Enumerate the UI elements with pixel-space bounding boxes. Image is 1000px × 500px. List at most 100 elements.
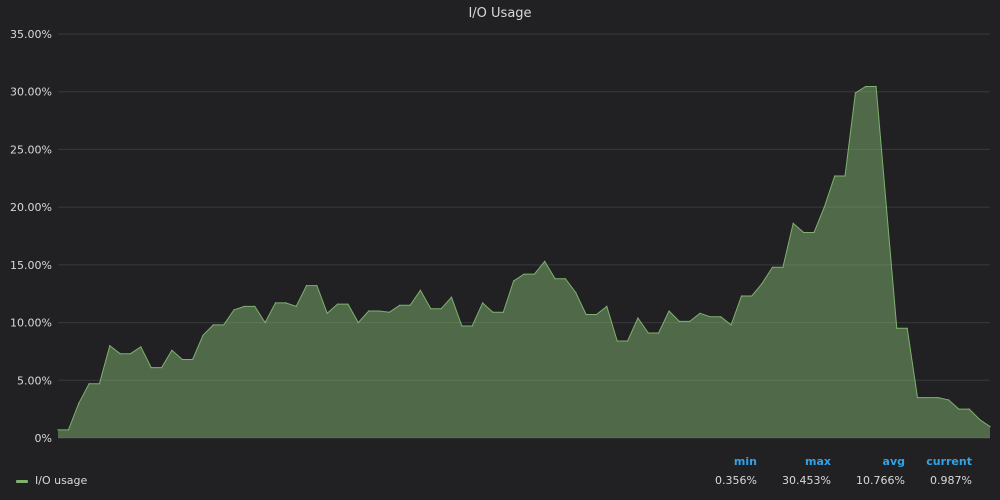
- data-point: [337, 303, 339, 305]
- legend-value-current: 0.987%: [930, 474, 972, 487]
- data-point: [834, 175, 836, 177]
- data-point: [689, 320, 691, 322]
- data-point: [564, 278, 567, 280]
- data-point: [233, 309, 235, 311]
- data-point: [595, 313, 598, 316]
- data-point: [575, 292, 577, 294]
- data-point: [865, 85, 867, 88]
- chart-panel: I/O Usage 0% 5.00% 10.00% 15.00% 20.00% 25.00…: [0, 0, 1000, 500]
- data-point: [492, 311, 494, 313]
- data-point: [171, 349, 173, 351]
- legend-value-max: 30.453%: [782, 474, 831, 487]
- data-point: [274, 302, 277, 304]
- y-tick-label: 10.00%: [10, 317, 52, 330]
- data-point: [98, 383, 100, 385]
- data-point: [523, 273, 525, 275]
- data-point: [409, 304, 411, 306]
- y-tick-label: 0%: [35, 432, 52, 445]
- data-point: [212, 324, 214, 326]
- data-point: [637, 317, 639, 319]
- data-point: [502, 311, 504, 313]
- data-point: [264, 322, 266, 324]
- data-point: [450, 296, 453, 298]
- data-point: [305, 285, 308, 287]
- legend-value-min: 0.356%: [715, 474, 757, 487]
- data-point: [378, 310, 380, 312]
- data-point: [243, 305, 245, 307]
- data-point: [792, 222, 794, 224]
- data-point: [916, 397, 919, 399]
- data-point: [471, 325, 473, 327]
- legend-header-current[interactable]: current: [910, 455, 972, 468]
- data-point: [140, 346, 142, 348]
- data-point: [109, 345, 111, 347]
- data-point: [979, 418, 981, 421]
- data-point: [554, 278, 556, 280]
- data-point: [513, 280, 515, 282]
- data-point: [927, 397, 929, 399]
- data-point: [399, 304, 401, 306]
- data-point: [844, 175, 846, 177]
- data-point: [150, 367, 152, 369]
- data-point: [668, 310, 670, 312]
- data-point: [347, 303, 349, 305]
- data-point: [854, 92, 857, 94]
- data-point: [906, 327, 908, 329]
- legend-value-avg: 10.766%: [856, 474, 905, 487]
- data-point: [202, 334, 204, 336]
- y-tick-label: 5.00%: [17, 374, 52, 387]
- data-point: [533, 273, 536, 275]
- data-point: [368, 310, 370, 312]
- data-point: [88, 383, 90, 385]
- series-layer: [57, 85, 991, 438]
- y-tick-label: 15.00%: [10, 259, 52, 272]
- data-point: [316, 285, 318, 287]
- data-point: [813, 231, 815, 234]
- legend-header-min[interactable]: min: [700, 455, 757, 468]
- y-tick-label: 30.00%: [10, 86, 52, 99]
- chart-plot: 0% 5.00% 10.00% 15.00% 20.00% 25.00% 30.00% 35.…: [10, 28, 991, 445]
- data-point: [751, 295, 753, 297]
- legend-series-name[interactable]: I/O usage: [35, 474, 87, 487]
- data-point: [223, 324, 225, 326]
- data-point: [616, 340, 618, 342]
- data-point: [740, 295, 743, 297]
- y-axis-ticks: 0% 5.00% 10.00% 15.00% 20.00% 25.00% 30.00% 35.…: [10, 28, 52, 445]
- data-point: [823, 206, 825, 208]
- series-area-io-usage: [58, 86, 990, 438]
- data-point: [647, 332, 649, 334]
- data-point: [440, 308, 442, 310]
- data-point: [606, 305, 608, 307]
- data-point: [119, 353, 121, 355]
- data-point: [254, 305, 256, 307]
- data-point: [948, 399, 950, 401]
- data-point: [699, 312, 701, 314]
- y-tick-label: 20.00%: [10, 201, 52, 214]
- data-point: [678, 320, 680, 322]
- data-point: [192, 358, 194, 361]
- data-point: [658, 332, 660, 334]
- data-point: [161, 367, 163, 369]
- data-point: [78, 402, 80, 404]
- data-point: [803, 231, 805, 234]
- data-point: [968, 408, 970, 410]
- data-point: [730, 324, 732, 326]
- legend-swatch-icon[interactable]: [16, 480, 28, 483]
- data-point: [326, 312, 328, 314]
- data-point: [627, 340, 629, 342]
- data-point: [285, 302, 287, 304]
- data-point: [709, 316, 712, 318]
- data-point: [129, 353, 132, 355]
- y-tick-label: 35.00%: [10, 28, 52, 41]
- legend-header-max[interactable]: max: [770, 455, 831, 468]
- data-point: [896, 327, 898, 329]
- data-point: [585, 313, 587, 316]
- data-point: [885, 206, 888, 208]
- data-point: [989, 426, 991, 428]
- data-point: [958, 408, 960, 410]
- data-point: [782, 266, 784, 268]
- legend-header-avg[interactable]: avg: [840, 455, 905, 468]
- data-point: [482, 302, 484, 304]
- data-point: [761, 282, 763, 284]
- data-point: [357, 322, 359, 324]
